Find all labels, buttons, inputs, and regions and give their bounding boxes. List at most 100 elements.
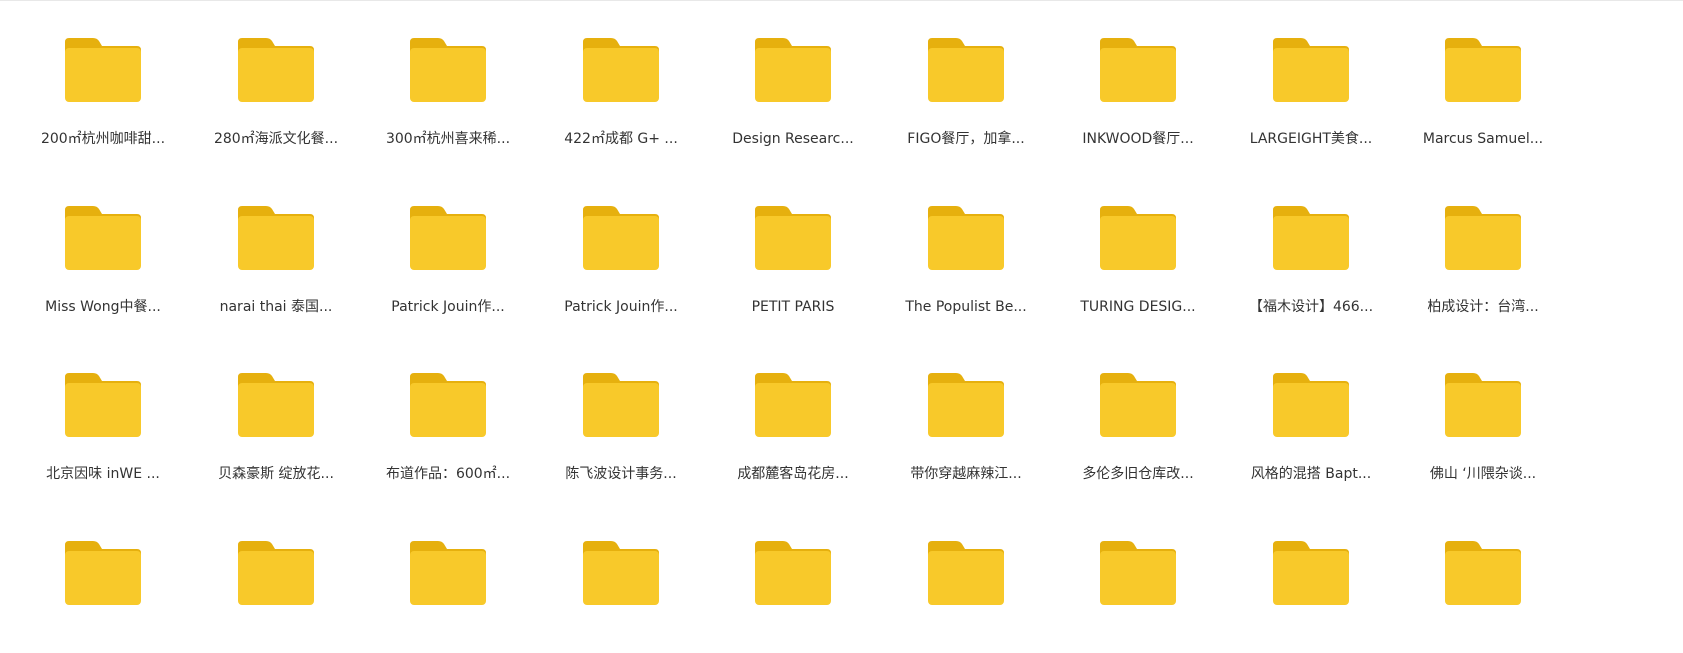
folder-grid: 200㎡杭州咖啡甜... 280㎡海派文化餐... 300㎡杭州喜来稀... 422㎡… [31,0,1591,605]
folder-label: 贝森豪斯 绽放花... [218,466,334,482]
folder-label: 陈飞波设计事务... [565,466,677,482]
folder-item[interactable]: 带你穿越麻辣江... [894,335,1038,485]
folder-icon [65,206,141,270]
folder-item[interactable]: 【福木设计】466... [1239,168,1383,318]
folder-item[interactable]: 300㎡杭州喜来稀... [376,0,520,150]
folder-item[interactable] [894,503,1038,653]
folder-label: 带你穿越麻辣江... [910,466,1022,482]
folder-icon [238,541,314,605]
folder-icon [410,206,486,270]
folder-icon [1273,206,1349,270]
folder-label: Marcus Samuel... [1422,131,1544,147]
folder-label: Patrick Jouin作... [391,299,505,315]
folder-label: 风格的混搭 Bapt... [1250,466,1372,482]
folder-label: 280㎡海派文化餐... [213,131,339,147]
folder-label: 成都麓客岛花房... [737,466,849,482]
folder-item[interactable] [31,503,175,653]
folder-icon [65,38,141,102]
folder-item[interactable]: The Populist Be... [894,168,1038,318]
folder-icon [755,206,831,270]
folder-icon [583,541,659,605]
folder-item[interactable]: 200㎡杭州咖啡甜... [31,0,175,150]
folder-label: 多伦多旧仓库改... [1082,466,1194,482]
folder-label: 布道作品：600㎡... [385,466,511,482]
folder-icon [410,373,486,437]
folder-item[interactable]: TURING DESIG... [1066,168,1210,318]
folder-item[interactable] [1411,503,1555,653]
folder-icon [583,38,659,102]
folder-label: Patrick Jouin作... [564,299,678,315]
folder-item[interactable]: 多伦多旧仓库改... [1066,335,1210,485]
folder-icon [1100,541,1176,605]
folder-item[interactable]: Patrick Jouin作... [549,168,693,318]
folder-item[interactable]: 柏成设计：台湾... [1411,168,1555,318]
folder-item[interactable]: Patrick Jouin作... [376,168,520,318]
folder-icon [1273,541,1349,605]
folder-label: 柏成设计：台湾... [1427,299,1539,315]
folder-item[interactable]: FIGO餐厅，加拿... [894,0,1038,150]
folder-icon [410,38,486,102]
folder-icon [1100,206,1176,270]
folder-label: PETIT PARIS [751,299,835,315]
folder-item[interactable]: Miss Wong中餐... [31,168,175,318]
folder-icon [1100,373,1176,437]
folder-item[interactable]: 成都麓客岛花房... [721,335,865,485]
folder-item[interactable] [721,503,865,653]
folder-item[interactable] [549,503,693,653]
folder-icon [755,373,831,437]
folder-item[interactable]: INKWOOD餐厅... [1066,0,1210,150]
folder-label: INKWOOD餐厅... [1082,131,1194,147]
folder-icon [928,206,1004,270]
folder-icon [238,38,314,102]
folder-icon [1445,541,1521,605]
folder-label: 【福木设计】466... [1248,299,1374,315]
folder-item[interactable]: 280㎡海派文化餐... [204,0,348,150]
folder-icon [1273,373,1349,437]
folder-item[interactable]: Marcus Samuel... [1411,0,1555,150]
folder-icon [928,38,1004,102]
folder-icon [1273,38,1349,102]
folder-item[interactable]: 422㎡成都 G+ ... [549,0,693,150]
folder-icon [1445,373,1521,437]
folder-icon [583,373,659,437]
folder-icon [755,38,831,102]
folder-item[interactable]: 贝森豪斯 绽放花... [204,335,348,485]
folder-label: 422㎡成都 G+ ... [564,131,678,147]
folder-icon [238,373,314,437]
folder-label: 佛山 ‘川隈杂谈... [1429,466,1537,482]
folder-icon [928,541,1004,605]
folder-item[interactable]: 风格的混搭 Bapt... [1239,335,1383,485]
folder-label: The Populist Be... [905,299,1027,315]
folder-label: 北京因味 inWE ... [46,466,160,482]
folder-icon [1100,38,1176,102]
folder-label: LARGEIGHT美食... [1249,131,1373,147]
folder-label: narai thai 泰国... [219,299,333,315]
folder-label: FIGO餐厅，加拿... [907,131,1025,147]
folder-item[interactable] [1239,503,1383,653]
folder-icon [238,206,314,270]
folder-item[interactable]: 北京因味 inWE ... [31,335,175,485]
folder-icon [410,541,486,605]
folder-item[interactable]: LARGEIGHT美食... [1239,0,1383,150]
folder-icon [65,373,141,437]
folder-item[interactable]: 陈飞波设计事务... [549,335,693,485]
folder-icon [1445,206,1521,270]
folder-icon [755,541,831,605]
folder-item[interactable]: 布道作品：600㎡... [376,335,520,485]
folder-icon [65,541,141,605]
folder-label: Design Researc... [732,131,854,147]
folder-label: 300㎡杭州喜来稀... [385,131,511,147]
folder-item[interactable]: Design Researc... [721,0,865,150]
folder-item[interactable]: 佛山 ‘川隈杂谈... [1411,335,1555,485]
folder-item[interactable]: PETIT PARIS [721,168,865,318]
folder-label: TURING DESIG... [1080,299,1196,315]
folder-icon [1445,38,1521,102]
folder-item[interactable]: narai thai 泰国... [204,168,348,318]
folder-label: Miss Wong中餐... [45,299,161,315]
folder-icon [583,206,659,270]
folder-item[interactable] [1066,503,1210,653]
folder-item[interactable] [204,503,348,653]
folder-label: 200㎡杭州咖啡甜... [40,131,166,147]
folder-item[interactable] [376,503,520,653]
folder-icon [928,373,1004,437]
